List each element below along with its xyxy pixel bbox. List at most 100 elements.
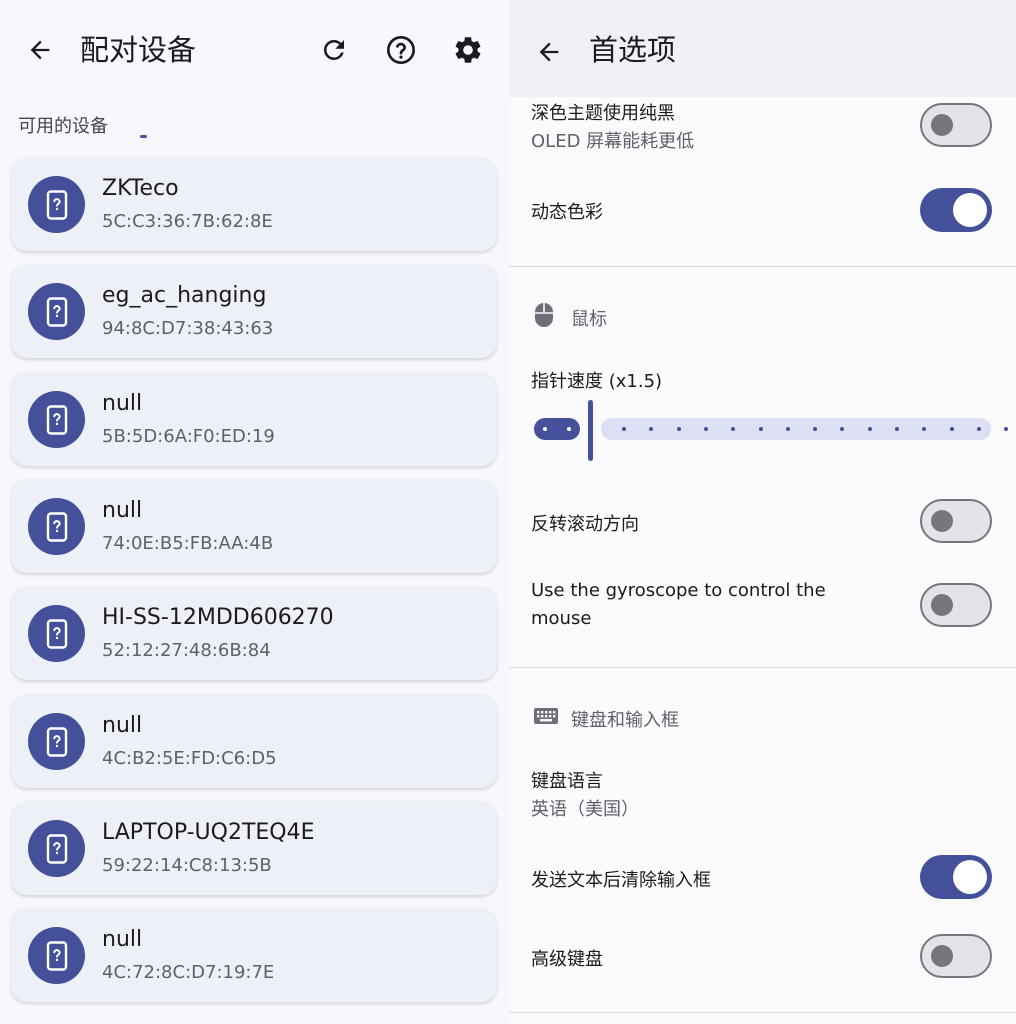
arrow-back-icon <box>539 42 559 62</box>
switch-knob <box>931 594 953 616</box>
slider-tick <box>622 427 626 431</box>
dynamic-color-switch[interactable] <box>920 188 992 232</box>
device-name: ZKTeco <box>102 176 179 201</box>
device-mac: 59:22:14:C8:13:5B <box>102 855 272 876</box>
pure-black-switch[interactable] <box>920 103 992 147</box>
divider <box>509 667 1016 668</box>
loading-indicator <box>140 135 147 138</box>
right-app-bar: 首选项 <box>509 0 1016 97</box>
gear-icon <box>455 37 481 63</box>
keyboard-language-label: 键盘语言 <box>531 771 603 792</box>
divider <box>509 266 1016 267</box>
slider-tick <box>867 427 872 431</box>
unknown-device-icon <box>28 391 85 448</box>
slider-tick <box>1004 427 1009 431</box>
mouse-icon <box>533 302 555 332</box>
pointer-speed-slider[interactable] <box>531 398 1009 462</box>
slider-active-track <box>534 418 580 440</box>
advanced-keyboard-label: 高级键盘 <box>531 949 603 970</box>
arrow-back-icon <box>30 40 50 60</box>
device-mac: 94:8C:D7:38:43:63 <box>102 318 274 339</box>
gyroscope-label-line1: Use the gyroscope to control the <box>531 580 826 601</box>
unknown-device-icon <box>28 927 85 984</box>
device-mac: 5C:C3:36:7B:62:8E <box>102 211 273 232</box>
device-name: null <box>102 713 143 738</box>
settings-button[interactable] <box>450 32 486 68</box>
slider-tick <box>758 427 763 431</box>
keyboard-icon <box>533 707 559 729</box>
device-name: null <box>102 927 143 952</box>
switch-knob <box>931 114 953 136</box>
switch-knob <box>953 860 987 894</box>
slider-tick <box>785 427 790 431</box>
switch-knob <box>953 193 987 227</box>
device-mac: 4C:72:8C:D7:19:7E <box>102 962 275 983</box>
page-title: 配对设备 <box>80 33 197 67</box>
keyboard-section-title: 键盘和输入框 <box>571 710 679 731</box>
keyboard-language-value: 英语（美国） <box>531 799 639 820</box>
slider-handle[interactable] <box>588 400 593 461</box>
device-name: null <box>102 498 143 523</box>
pure-black-sub: OLED 屏幕能耗更低 <box>531 131 695 152</box>
unknown-device-icon <box>28 713 85 770</box>
device-card[interactable]: LAPTOP-UQ2TEQ4E 59:22:14:C8:13:5B <box>11 801 497 895</box>
device-mac: 74:0E:B5:FB:AA:4B <box>102 533 274 554</box>
device-name: LAPTOP-UQ2TEQ4E <box>102 820 315 845</box>
device-mac: 5B:5D:6A:F0:ED:19 <box>102 426 275 447</box>
device-card[interactable]: ZKTeco 5C:C3:36:7B:62:8E <box>11 157 497 251</box>
slider-tick <box>922 427 927 431</box>
clear-after-send-label: 发送文本后清除输入框 <box>531 870 711 891</box>
device-card[interactable]: HI-SS-12MDD606270 52:12:27:48:6B:84 <box>11 586 497 680</box>
gyroscope-switch[interactable] <box>920 583 992 627</box>
pure-black-label: 深色主题使用纯黑 <box>531 103 675 124</box>
advanced-keyboard-switch[interactable] <box>920 934 992 978</box>
device-card[interactable]: null 4C:72:8C:D7:19:7E <box>11 908 497 1002</box>
slider-tick <box>731 427 736 431</box>
paired-devices-panel: 配对设备 可用的设备 ZKTeco 5C:C3:36:7B:62:8E eg_ac_… <box>0 0 509 1024</box>
slider-tick <box>949 427 954 431</box>
device-mac: 52:12:27:48:6B:84 <box>102 640 271 661</box>
slider-inactive-track <box>601 418 1009 440</box>
device-mac: 4C:B2:5E:FD:C6:D5 <box>102 748 277 769</box>
refresh-icon <box>323 39 344 60</box>
switch-knob <box>931 510 953 532</box>
slider-tick <box>895 427 899 431</box>
available-devices-label: 可用的设备 <box>18 116 108 137</box>
back-button-right[interactable] <box>531 34 567 70</box>
device-name: HI-SS-12MDD606270 <box>102 605 334 630</box>
unknown-device-icon <box>28 176 85 233</box>
preferences-title: 首选项 <box>589 33 677 67</box>
refresh-button[interactable] <box>316 32 352 68</box>
device-card[interactable]: null 74:0E:B5:FB:AA:4B <box>11 479 497 573</box>
slider-tick <box>543 427 547 431</box>
unknown-device-icon <box>28 283 85 340</box>
left-app-bar: 配对设备 <box>0 0 509 100</box>
unknown-device-icon <box>28 605 85 662</box>
divider <box>509 1012 1016 1013</box>
gyroscope-label-line2: mouse <box>531 608 592 629</box>
dynamic-color-label: 动态色彩 <box>531 202 603 223</box>
clear-after-send-switch[interactable] <box>920 855 992 899</box>
device-card[interactable]: eg_ac_hanging 94:8C:D7:38:43:63 <box>11 264 497 358</box>
slider-tick <box>840 427 845 431</box>
slider-tick <box>976 427 981 431</box>
reverse-scroll-switch[interactable] <box>920 499 992 543</box>
back-button[interactable] <box>22 32 58 68</box>
reverse-scroll-label: 反转滚动方向 <box>531 514 639 535</box>
slider-tick <box>567 427 571 431</box>
slider-tick <box>703 427 708 431</box>
pointer-speed-label: 指针速度 (x1.5) <box>531 371 663 392</box>
device-card[interactable]: null 5B:5D:6A:F0:ED:19 <box>11 372 497 466</box>
unknown-device-icon <box>28 498 85 555</box>
device-name: eg_ac_hanging <box>102 283 267 308</box>
device-name: null <box>102 391 143 416</box>
device-card[interactable]: null 4C:B2:5E:FD:C6:D5 <box>11 694 497 788</box>
slider-tick <box>813 427 818 431</box>
preferences-panel: 首选项 深色主题使用纯黑 OLED 屏幕能耗更低 动态色彩 鼠标 指针速度 (x… <box>509 0 1016 1024</box>
unknown-device-icon <box>28 820 85 877</box>
slider-tick <box>676 427 681 431</box>
switch-knob <box>931 945 953 967</box>
help-button[interactable] <box>383 32 419 68</box>
mouse-section-title: 鼠标 <box>571 309 607 330</box>
slider-tick <box>649 427 654 431</box>
